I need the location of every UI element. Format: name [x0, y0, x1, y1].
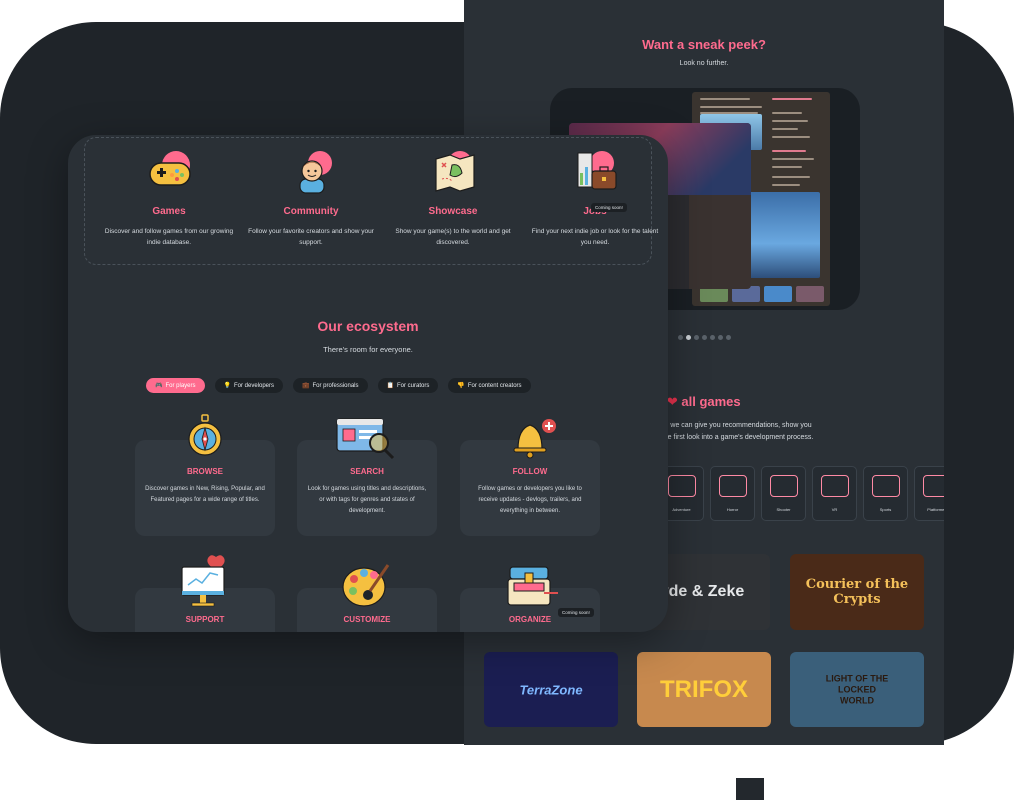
coming-soon-badge: Coming soon! [591, 203, 627, 212]
genre-card[interactable]: Horror [710, 466, 755, 521]
briefcase-icon [577, 151, 617, 190]
person-icon [299, 151, 332, 194]
gamepad-icon [149, 151, 191, 186]
tab-for-players[interactable]: 🎮 For players [146, 378, 205, 393]
feature-title: Showcase [428, 206, 478, 217]
organizer-icon [507, 566, 558, 606]
genre-label: Shooter [776, 507, 791, 512]
feature-title: Games [152, 206, 186, 217]
palette-icon [342, 564, 390, 607]
game-cover[interactable]: TerraZone [484, 652, 618, 727]
coming-soon-badge: Coming soon! [558, 608, 594, 617]
gamepad-icon: 🎮 [155, 383, 163, 389]
carousel-dot[interactable] [702, 335, 707, 340]
genre-card[interactable]: Platformer [914, 466, 944, 521]
sneak-peek-subtitle: Look no further. [679, 60, 729, 67]
feature-title: Community [283, 206, 339, 217]
genre-icon [821, 475, 849, 497]
genre-icon [770, 475, 798, 497]
ecosystem-card: Games Discover and follow games from our… [68, 135, 668, 632]
usecase-title: FOLLOW [512, 467, 548, 476]
compass-icon [188, 414, 222, 456]
genre-label: Horror [726, 507, 739, 512]
map-icon [435, 151, 475, 192]
usecase-description: Follow games or developers you like to r… [478, 486, 582, 514]
thumbs-down-icon: 👎 [457, 383, 465, 389]
carousel-dot[interactable] [678, 335, 683, 340]
genre-icon [923, 475, 944, 497]
game-cover[interactable]: TRIFOX [637, 652, 771, 727]
carousel-dot[interactable] [718, 335, 723, 340]
bell-icon [513, 419, 556, 459]
usecase-title: SEARCH [350, 467, 384, 476]
feature-description: Follow your favorite creators and show y… [248, 228, 374, 246]
clipboard-icon: 📋 [386, 383, 395, 389]
game-cover[interactable]: LIGHT OF THE LOCKED WORLD [790, 652, 924, 727]
carousel-dots[interactable] [678, 335, 731, 340]
ecosystem-subtitle: There's room for everyone. [323, 345, 413, 354]
genre-card[interactable]: VR [812, 466, 857, 521]
carousel-dot[interactable] [726, 335, 731, 340]
tab-for-curators[interactable]: 📋 For curators [377, 378, 439, 393]
ecosystem-title: Our ecosystem [317, 318, 419, 334]
love-all-games-description: like, we can give you recommendations, s… [656, 422, 814, 441]
heart-monitor-icon [181, 555, 225, 607]
search-window-icon [336, 418, 395, 460]
usecase-title: BROWSE [187, 467, 223, 476]
genre-icon [872, 475, 900, 497]
feature-description: Discover and follow games from our growi… [104, 228, 234, 246]
feature-description: Find your next indie job or look for the… [531, 228, 659, 246]
genre-list: Adventure Horror Shooter VR Sports Platformer [659, 466, 944, 521]
feature-description: Show your game(s) to the world and get d… [395, 228, 511, 246]
carousel-dot[interactable] [694, 335, 699, 340]
usecase-title: CUSTOMIZE [343, 615, 391, 624]
tab-for-content-creators[interactable]: 👎 For content creators [448, 378, 531, 393]
usecase-description: Discover games in New, Rising, Popular, … [145, 486, 265, 503]
carousel-dot[interactable] [710, 335, 715, 340]
game-cover[interactable]: Courier of the Crypts [790, 554, 924, 630]
audience-tabs: 🎮 For players 💡 For developers 💼 For profes… [146, 378, 531, 393]
love-all-games-title: e ❤ all games [656, 394, 741, 409]
carousel-dot[interactable] [686, 335, 691, 340]
genre-label: VR [831, 507, 838, 512]
lightbulb-icon: 💡 [223, 383, 231, 389]
genre-label: Platformer [927, 507, 944, 512]
genre-icon [719, 475, 747, 497]
tab-for-developers[interactable]: 💡 For developers [214, 378, 284, 393]
usecase-title: SUPPORT [185, 615, 225, 624]
heart-icon: ❤ [666, 394, 678, 409]
genre-label: Sports [879, 507, 892, 512]
decorative-square [736, 778, 764, 800]
genre-card[interactable]: Sports [863, 466, 908, 521]
sneak-peek-title: Want a sneak peek? [642, 37, 766, 52]
stage: Want a sneak peek? Look no further. ❤ al… [0, 0, 1014, 801]
usecase-description: Look for games using titles and descript… [307, 486, 427, 514]
genre-card[interactable]: Shooter [761, 466, 806, 521]
tab-for-professionals[interactable]: 💼 For professionals [293, 378, 368, 393]
genre-icon [668, 475, 696, 497]
briefcase-icon: 💼 [302, 383, 310, 389]
